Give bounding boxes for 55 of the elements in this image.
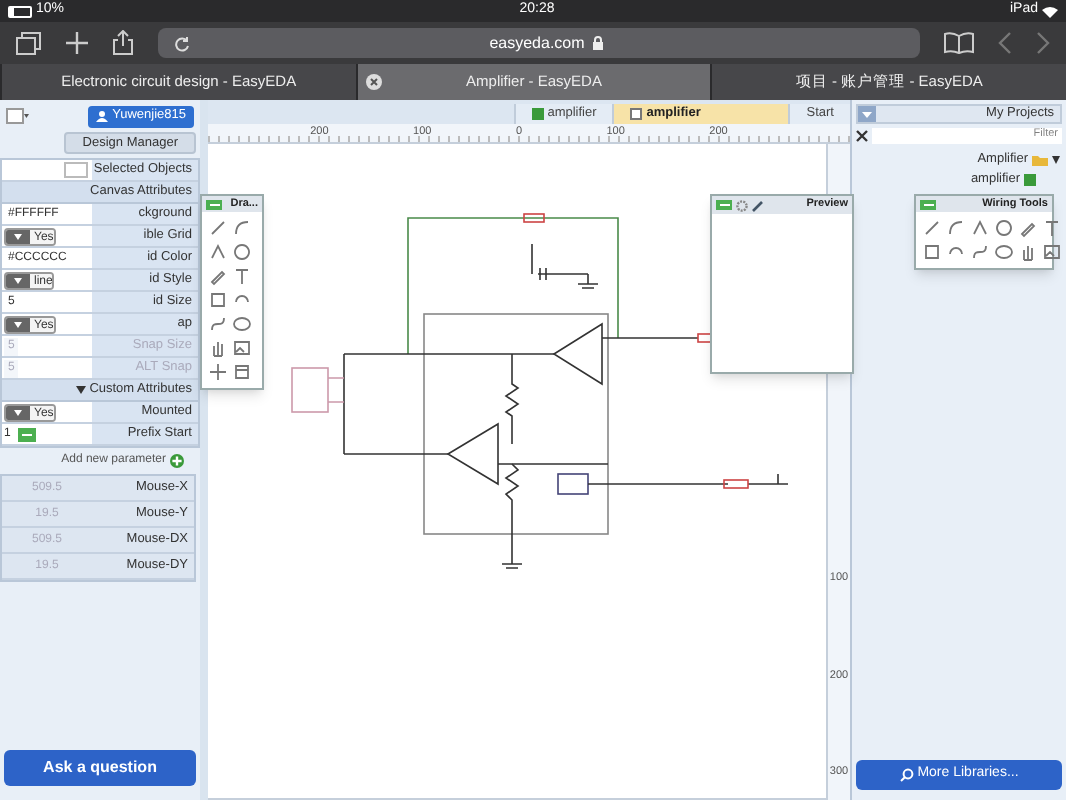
pencil-icon[interactable] bbox=[752, 199, 764, 211]
expand-icon[interactable] bbox=[1052, 155, 1060, 164]
value-field[interactable] bbox=[64, 162, 88, 178]
reload-icon[interactable] bbox=[174, 35, 190, 51]
polyline-tool-icon[interactable] bbox=[208, 242, 228, 262]
rectangle-tool-icon[interactable] bbox=[922, 242, 942, 262]
minimize-button[interactable] bbox=[206, 199, 222, 209]
frame-tool-icon[interactable] bbox=[232, 362, 252, 382]
sheet-icon bbox=[1024, 173, 1036, 186]
search-icon bbox=[899, 768, 914, 782]
circle-tool-icon[interactable] bbox=[994, 218, 1014, 238]
pencil-tool-icon[interactable] bbox=[1018, 218, 1038, 238]
caret-icon bbox=[14, 409, 22, 415]
user-icon bbox=[96, 110, 109, 122]
folder-icon bbox=[1032, 153, 1048, 166]
text-tool-icon[interactable] bbox=[1042, 218, 1062, 238]
url-text: easyeda.com bbox=[489, 31, 585, 55]
battery-icon bbox=[8, 5, 32, 17]
share-icon[interactable] bbox=[112, 30, 134, 56]
caret-icon bbox=[14, 233, 22, 239]
curve-tool-icon[interactable] bbox=[208, 314, 228, 334]
caret-icon bbox=[14, 321, 22, 327]
lock-icon bbox=[592, 36, 605, 50]
caret-icon[interactable] bbox=[75, 386, 86, 394]
close-icon[interactable] bbox=[365, 74, 382, 90]
minus-button[interactable] bbox=[18, 427, 37, 441]
sheet-icon bbox=[630, 108, 643, 120]
back-icon[interactable] bbox=[998, 32, 1012, 54]
plus-icon[interactable] bbox=[66, 32, 88, 54]
image-tool-icon[interactable] bbox=[1042, 242, 1062, 262]
tabs-icon[interactable] bbox=[16, 31, 42, 55]
arc-tool-icon[interactable] bbox=[232, 218, 252, 238]
close-icon[interactable] bbox=[856, 129, 868, 141]
pencil-tool-icon[interactable] bbox=[208, 266, 228, 286]
forward-icon[interactable] bbox=[1036, 32, 1050, 54]
rectangle-tool-icon[interactable] bbox=[208, 290, 228, 310]
crosshair-icon[interactable] bbox=[208, 362, 228, 382]
minimize-button[interactable] bbox=[716, 200, 732, 210]
line-tool-icon[interactable] bbox=[922, 218, 942, 238]
bookmarks-icon[interactable] bbox=[944, 32, 974, 54]
caret-icon bbox=[14, 277, 22, 283]
ask-question-button[interactable]: Ask a question bbox=[4, 750, 196, 786]
circle-tool-icon[interactable] bbox=[232, 242, 252, 262]
polyline-tool-icon[interactable] bbox=[970, 218, 990, 238]
curve-tool-icon[interactable] bbox=[970, 242, 990, 262]
sheet-icon bbox=[531, 108, 544, 120]
ellipse-tool-icon[interactable] bbox=[994, 242, 1014, 262]
image-tool-icon[interactable] bbox=[232, 338, 252, 358]
address-bar[interactable]: easyeda.com bbox=[158, 28, 920, 58]
text-tool-icon[interactable] bbox=[232, 266, 252, 286]
minimize-button[interactable] bbox=[920, 199, 936, 209]
ellipse-tool-icon[interactable] bbox=[232, 314, 252, 334]
gear-icon[interactable] bbox=[736, 199, 748, 211]
line-tool-icon[interactable] bbox=[208, 218, 228, 238]
wifi-icon bbox=[1042, 5, 1058, 17]
